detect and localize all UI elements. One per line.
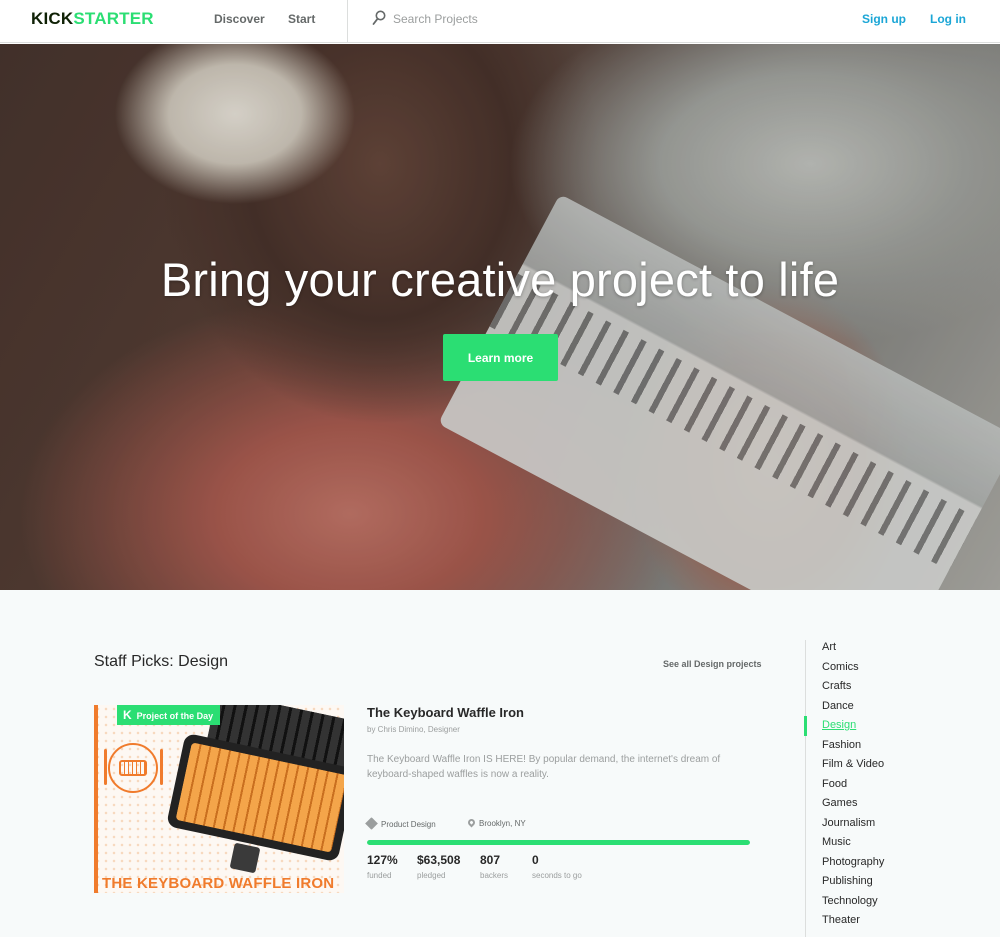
nav-start-link[interactable]: Start bbox=[288, 12, 315, 26]
category-item-film-video[interactable]: Film & Video bbox=[822, 757, 884, 777]
nav-discover-link[interactable]: Discover bbox=[214, 12, 265, 26]
category-item-technology[interactable]: Technology bbox=[822, 894, 884, 914]
category-item-photography[interactable]: Photography bbox=[822, 855, 884, 875]
category-item-art[interactable]: Art bbox=[822, 640, 884, 660]
category-item-design[interactable]: Design bbox=[822, 718, 884, 738]
category-item-crafts[interactable]: Crafts bbox=[822, 679, 884, 699]
project-location-link[interactable]: Brooklyn, NY bbox=[466, 817, 526, 828]
category-divider bbox=[805, 640, 806, 937]
project-of-the-day-badge: K Project of the Day bbox=[117, 705, 221, 725]
tag-icon bbox=[365, 817, 378, 830]
stat-funded: 127% funded bbox=[367, 853, 398, 880]
site-header: KICKSTARTER Discover Start Sign up Log i… bbox=[0, 0, 1000, 43]
waffle-emblem-icon bbox=[119, 760, 147, 776]
logo-dark-text: KICK bbox=[31, 9, 74, 28]
kickstarter-logo[interactable]: KICKSTARTER bbox=[31, 10, 154, 28]
search-input[interactable] bbox=[393, 8, 693, 30]
funding-progress-fill bbox=[367, 840, 750, 845]
project-image[interactable]: THE KEYBOARD WAFFLE IRON bbox=[94, 705, 344, 893]
search-icon[interactable] bbox=[372, 10, 386, 26]
category-item-fashion[interactable]: Fashion bbox=[822, 738, 884, 758]
knife-icon bbox=[160, 749, 163, 785]
funding-progress-bar bbox=[367, 840, 750, 845]
badge-label: Project of the Day bbox=[136, 711, 214, 721]
category-item-food[interactable]: Food bbox=[822, 777, 884, 797]
category-item-games[interactable]: Games bbox=[822, 796, 884, 816]
stat-value: 0 bbox=[532, 853, 539, 867]
learn-more-button[interactable]: Learn more bbox=[443, 334, 558, 381]
waffle-iron-handle bbox=[229, 842, 261, 874]
hero-banner: Bring your creative project to life Lear… bbox=[0, 44, 1000, 590]
header-divider bbox=[347, 0, 348, 43]
project-category-link[interactable]: Product Design bbox=[365, 817, 436, 830]
plate-emblem-icon bbox=[108, 743, 158, 793]
sign-up-link[interactable]: Sign up bbox=[862, 12, 906, 26]
kickstarter-k-icon: K bbox=[123, 708, 132, 722]
project-location-label: Brooklyn, NY bbox=[479, 819, 526, 828]
category-item-dance[interactable]: Dance bbox=[822, 699, 884, 719]
active-category-marker bbox=[804, 716, 807, 736]
category-item-journalism[interactable]: Journalism bbox=[822, 816, 884, 836]
staff-picks-section: Staff Picks: Design See all Design proje… bbox=[0, 590, 1000, 937]
stat-label: backers bbox=[480, 871, 509, 880]
location-pin-icon bbox=[466, 817, 477, 828]
category-item-theater[interactable]: Theater bbox=[822, 913, 884, 933]
see-all-design-link[interactable]: See all Design projects bbox=[663, 659, 762, 669]
stat-label: pledged bbox=[417, 871, 446, 880]
project-category-label: Product Design bbox=[381, 820, 436, 829]
logo-green-text: STARTER bbox=[73, 9, 154, 28]
category-list: Art Comics Crafts Dance Design Fashion Film & … bbox=[822, 640, 884, 933]
category-item-music[interactable]: Music bbox=[822, 835, 884, 855]
stat-label: seconds to go bbox=[532, 871, 582, 880]
project-creator: by Chris Dimino, Designer bbox=[367, 725, 460, 734]
fork-icon bbox=[104, 749, 107, 785]
stat-backers: 807 backers bbox=[480, 853, 508, 880]
image-stripe bbox=[94, 705, 98, 893]
stat-value: 127% bbox=[367, 853, 398, 867]
stat-value: $63,508 bbox=[417, 853, 461, 867]
log-in-link[interactable]: Log in bbox=[930, 12, 966, 26]
category-item-publishing[interactable]: Publishing bbox=[822, 874, 884, 894]
staff-picks-title: Staff Picks: Design bbox=[94, 653, 228, 670]
image-caption: THE KEYBOARD WAFFLE IRON bbox=[102, 875, 335, 892]
stat-label: funded bbox=[367, 871, 392, 880]
stat-value: 807 bbox=[480, 853, 501, 867]
project-title-link[interactable]: The Keyboard Waffle Iron bbox=[367, 705, 524, 720]
hero-shade bbox=[0, 44, 1000, 590]
category-item-comics[interactable]: Comics bbox=[822, 660, 884, 680]
stat-pledged: $63,508 pledged bbox=[417, 853, 460, 880]
project-blurb: The Keyboard Waffle Iron IS HERE! By pop… bbox=[367, 754, 721, 780]
hero-title: Bring your creative project to life bbox=[160, 253, 840, 306]
stat-time-left: 0 seconds to go bbox=[532, 853, 582, 880]
